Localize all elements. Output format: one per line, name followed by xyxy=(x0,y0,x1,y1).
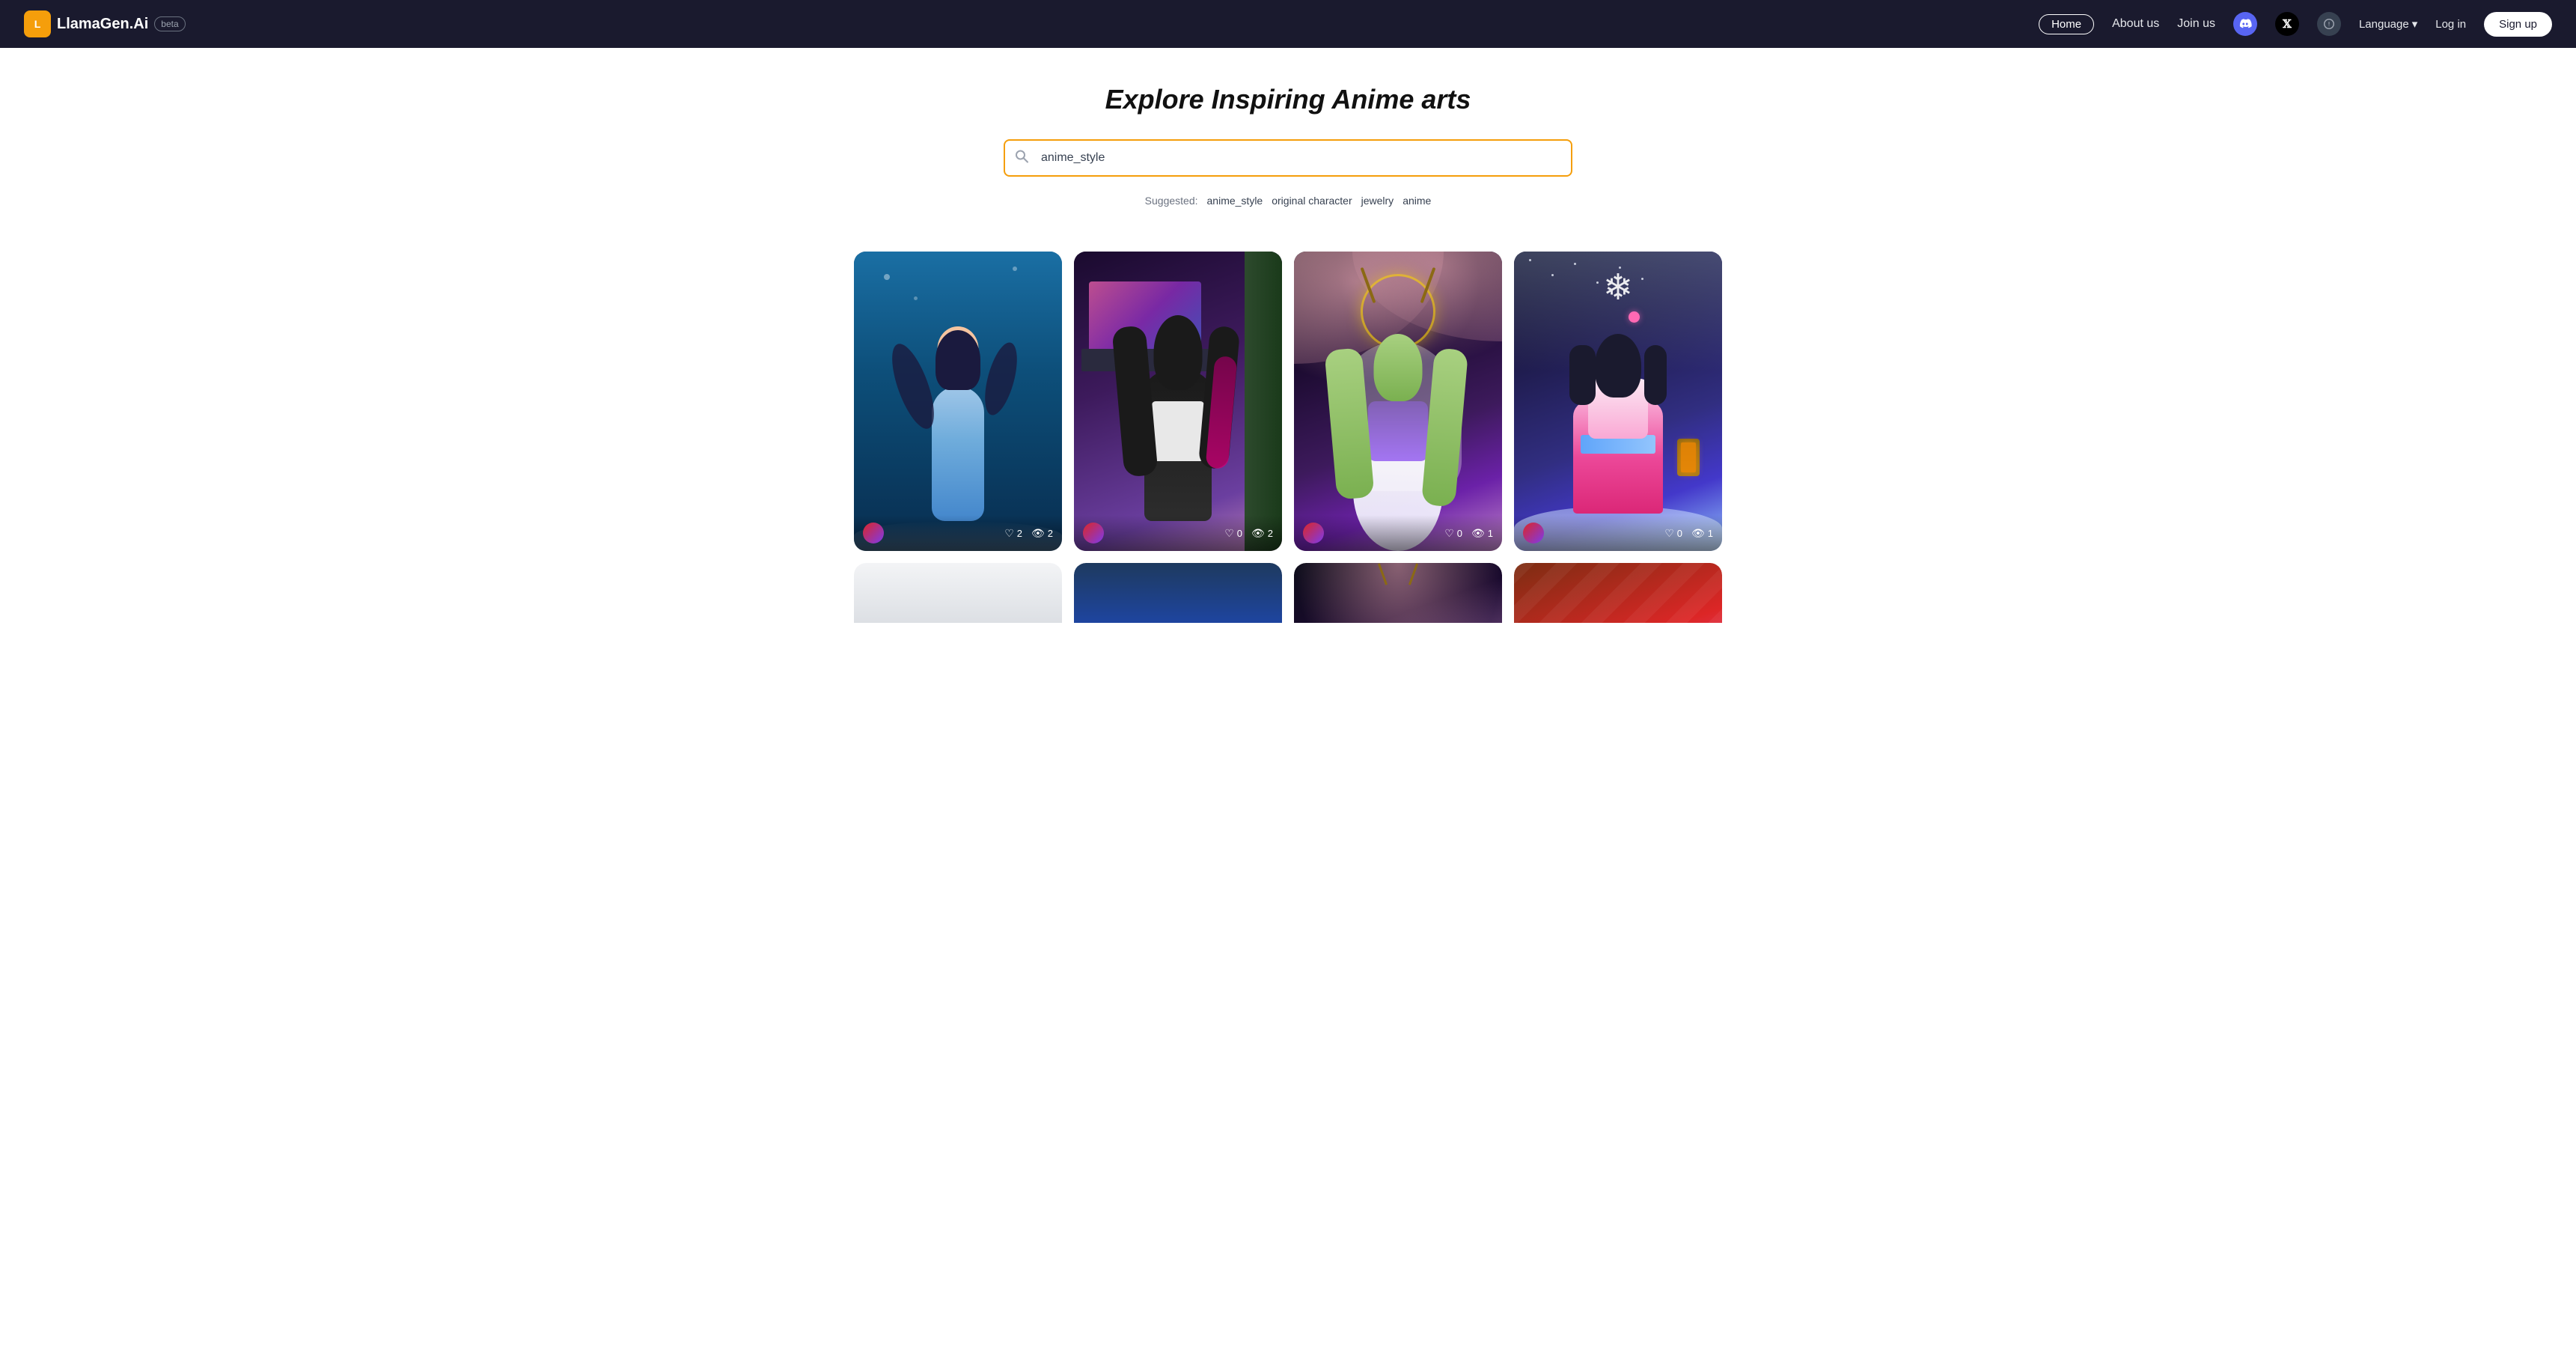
gallery-card-3[interactable]: ♡ 0 👁 1 xyxy=(1294,252,1502,551)
language-button[interactable]: Language ▾ xyxy=(2359,17,2417,31)
view-stat-1: 👁 2 xyxy=(1031,527,1053,540)
view-count-1: 2 xyxy=(1048,528,1053,539)
card-image-4: ❄ xyxy=(1514,252,1722,551)
gallery-card-6[interactable] xyxy=(1074,563,1282,623)
login-button[interactable]: Log in xyxy=(2435,18,2466,31)
discord-icon[interactable] xyxy=(2233,12,2257,36)
like-count-2: 0 xyxy=(1237,528,1242,539)
heart-icon-2: ♡ xyxy=(1224,527,1234,540)
snowflake-icon: ❄ xyxy=(1603,267,1633,308)
gallery-card-5[interactable] xyxy=(854,563,1062,623)
view-stat-4: 👁 1 xyxy=(1691,527,1713,540)
beta-badge: beta xyxy=(154,16,185,31)
nav-join[interactable]: Join us xyxy=(2177,17,2215,31)
suggested-tag-anime[interactable]: anime xyxy=(1403,195,1431,207)
like-stat-4: ♡ 0 xyxy=(1664,527,1682,540)
suggested-label: Suggested: xyxy=(1145,195,1198,207)
like-count-4: 0 xyxy=(1677,528,1682,539)
gallery-bottom-row xyxy=(764,563,1812,623)
heart-icon-3: ♡ xyxy=(1444,527,1454,540)
card-stats-4: ♡ 0 👁 1 xyxy=(1664,527,1713,540)
suggested-tag-anime-style[interactable]: anime_style xyxy=(1207,195,1263,207)
view-stat-2: 👁 2 xyxy=(1251,527,1273,540)
gallery-card-2[interactable]: ♡ 0 👁 2 xyxy=(1074,252,1282,551)
card-stats-2: ♡ 0 👁 2 xyxy=(1224,527,1273,540)
nav-home[interactable]: Home xyxy=(2039,14,2094,34)
eye-icon-4: 👁 xyxy=(1691,527,1705,540)
hero-section: Explore Inspiring Anime arts Suggested: … xyxy=(0,48,2576,252)
svg-text:L: L xyxy=(34,18,41,30)
search-input[interactable] xyxy=(1004,139,1572,177)
card-stats-1: ♡ 2 👁 2 xyxy=(1004,527,1053,540)
view-count-3: 1 xyxy=(1488,528,1493,539)
like-stat-2: ♡ 0 xyxy=(1224,527,1242,540)
card-image-2 xyxy=(1074,252,1282,551)
like-count-1: 2 xyxy=(1017,528,1022,539)
suggested-tags: Suggested: anime_style original characte… xyxy=(12,195,2564,207)
gallery-card-7[interactable] xyxy=(1294,563,1502,623)
card-overlay-1: ♡ 2 👁 2 xyxy=(854,515,1062,551)
signup-button[interactable]: Sign up xyxy=(2484,12,2552,37)
chat-icon[interactable] xyxy=(2317,12,2341,36)
language-label: Language xyxy=(2359,18,2409,31)
card-stats-3: ♡ 0 👁 1 xyxy=(1444,527,1493,540)
card-overlay-4: ♡ 0 👁 1 xyxy=(1514,515,1722,551)
like-stat-3: ♡ 0 xyxy=(1444,527,1462,540)
chevron-down-icon: ▾ xyxy=(2412,17,2418,31)
suggested-tag-original-character[interactable]: original character xyxy=(1272,195,1352,207)
gallery-card-1[interactable]: ♡ 2 👁 2 xyxy=(854,252,1062,551)
gallery-card-4[interactable]: ❄ xyxy=(1514,252,1722,551)
logo-area: L LlamaGen.Ai beta xyxy=(24,10,186,37)
hero-title: Explore Inspiring Anime arts xyxy=(12,84,2564,115)
view-count-2: 2 xyxy=(1268,528,1273,539)
gallery-card-8[interactable] xyxy=(1514,563,1722,623)
heart-icon-1: ♡ xyxy=(1004,527,1014,540)
eye-icon-1: 👁 xyxy=(1031,527,1045,540)
eye-icon-3: 👁 xyxy=(1471,527,1485,540)
card-overlay-3: ♡ 0 👁 1 xyxy=(1294,515,1502,551)
card-avatar-2 xyxy=(1083,523,1104,543)
logo-icon[interactable]: L xyxy=(24,10,51,37)
x-twitter-icon[interactable]: 𝕏 xyxy=(2275,12,2299,36)
search-container xyxy=(1004,139,1572,177)
card-avatar-4 xyxy=(1523,523,1544,543)
card-image-1 xyxy=(854,252,1062,551)
like-count-3: 0 xyxy=(1457,528,1462,539)
card-avatar-1 xyxy=(863,523,884,543)
card-overlay-2: ♡ 0 👁 2 xyxy=(1074,515,1282,551)
nav-about[interactable]: About us xyxy=(2112,17,2159,31)
view-count-4: 1 xyxy=(1708,528,1713,539)
view-stat-3: 👁 1 xyxy=(1471,527,1493,540)
heart-icon-4: ♡ xyxy=(1664,527,1674,540)
like-stat-1: ♡ 2 xyxy=(1004,527,1022,540)
card-image-3 xyxy=(1294,252,1502,551)
nav-links: Home About us Join us 𝕏 Language ▾ Log i… xyxy=(2039,12,2552,37)
logo-text: LlamaGen.Ai xyxy=(57,16,148,33)
navbar: L LlamaGen.Ai beta Home About us Join us… xyxy=(0,0,2576,48)
suggested-tag-jewelry[interactable]: jewelry xyxy=(1361,195,1394,207)
gallery-grid: ♡ 2 👁 2 xyxy=(764,252,1812,563)
search-icon xyxy=(1014,149,1029,168)
eye-icon-2: 👁 xyxy=(1251,527,1265,540)
card-avatar-3 xyxy=(1303,523,1324,543)
